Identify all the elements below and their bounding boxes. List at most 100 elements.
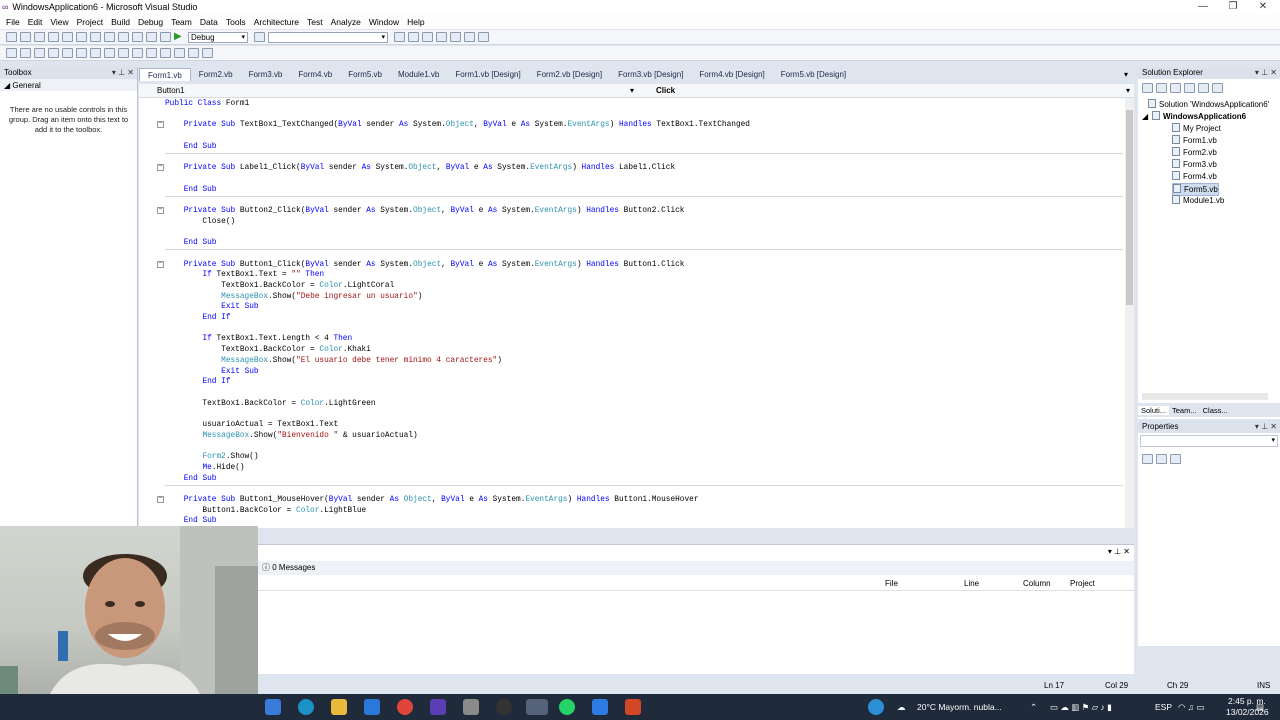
tab-module1-vb[interactable]: Module1.vb <box>390 68 447 81</box>
menu-test[interactable]: Test <box>303 17 327 27</box>
send-to-back-icon[interactable] <box>188 48 199 58</box>
code-editor[interactable]: Public Class Form1 − Private Sub TextBox1… <box>139 98 1125 528</box>
code-line[interactable] <box>139 110 1125 121</box>
view-designer-icon[interactable] <box>1198 83 1209 93</box>
powerpoint-icon[interactable] <box>625 699 641 715</box>
horizontal-spacing-icon[interactable] <box>146 48 157 58</box>
find-combo[interactable] <box>268 31 388 43</box>
collapse-region-icon[interactable]: − <box>157 260 164 268</box>
align-centers-icon[interactable] <box>20 48 31 58</box>
align-lefts-icon[interactable] <box>6 48 17 58</box>
cut-icon[interactable] <box>76 32 87 42</box>
weather-icon[interactable]: ☁ <box>897 702 906 713</box>
code-line[interactable]: Exit Sub <box>139 367 1125 378</box>
language-indicator[interactable]: ESP <box>1155 702 1172 712</box>
menu-debug[interactable]: Debug <box>134 17 167 27</box>
toolbox-pin-close-icon[interactable]: ▾ ⊥ ✕ <box>112 67 134 79</box>
code-line[interactable]: − Private Sub Button1_MouseHover(ByVal s… <box>139 495 1125 506</box>
menu-architecture[interactable]: Architecture <box>250 17 303 27</box>
align-middles-icon[interactable] <box>62 48 73 58</box>
code-line[interactable]: End Sub <box>139 238 1125 249</box>
expand-triangle-icon[interactable]: ◢ <box>1142 111 1148 122</box>
make-same-height-icon[interactable] <box>104 48 115 58</box>
help-icon[interactable] <box>868 699 884 715</box>
code-line[interactable]: MessageBox.Show("El usuario debe tener m… <box>139 356 1125 367</box>
code-line[interactable] <box>139 131 1125 142</box>
file-explorer-icon[interactable] <box>331 699 347 715</box>
minimize-button[interactable]: — <box>1188 0 1218 14</box>
messages-count[interactable]: 0 Messages <box>272 563 315 572</box>
menu-project[interactable]: Project <box>73 17 107 27</box>
code-line[interactable]: − Private Sub Button2_Click(ByVal sender… <box>139 206 1125 217</box>
tab-form4-vb-design[interactable]: Form4.vb [Design] <box>691 68 772 81</box>
code-line[interactable]: End If <box>139 377 1125 388</box>
tab-form1-vb-design[interactable]: Form1.vb [Design] <box>447 68 528 81</box>
solution-item-form2-vb[interactable]: Form2.vb <box>1172 147 1217 158</box>
open-file-icon[interactable] <box>34 32 45 42</box>
column-header-line[interactable]: Line <box>964 577 979 591</box>
properties-icon[interactable] <box>408 32 419 42</box>
properties-object-select[interactable]: ▾ <box>1140 435 1278 447</box>
code-line[interactable]: usuarioActual = TextBox1.Text <box>139 420 1125 431</box>
menu-window[interactable]: Window <box>365 17 403 27</box>
code-line[interactable]: End Sub <box>139 516 1125 527</box>
property-pages-icon[interactable] <box>1170 454 1181 464</box>
menu-edit[interactable]: Edit <box>24 17 47 27</box>
code-line[interactable]: End Sub <box>139 185 1125 196</box>
scrollbar-thumb[interactable] <box>1126 110 1133 305</box>
alphabetical-icon[interactable] <box>1156 454 1167 464</box>
code-line[interactable]: End Sub <box>139 142 1125 153</box>
toolbox-icon[interactable] <box>436 32 447 42</box>
start-debugging-icon[interactable]: ▶ <box>174 32 185 42</box>
event-dropdown[interactable]: Click ▾ <box>640 85 1132 97</box>
class-diagram-icon[interactable] <box>1212 83 1223 93</box>
edge-icon[interactable] <box>298 699 314 715</box>
code-line[interactable]: − Private Sub TextBox1_TextChanged(ByVal… <box>139 120 1125 131</box>
editor-vertical-scrollbar[interactable] <box>1125 98 1134 528</box>
add-item-icon[interactable] <box>20 32 31 42</box>
github-icon[interactable] <box>496 699 512 715</box>
tab-form5-vb[interactable]: Form5.vb <box>340 68 390 81</box>
info-icon[interactable]: ⓘ <box>262 563 270 572</box>
maximize-button[interactable]: ❐ <box>1218 0 1248 14</box>
explorer-tab-1[interactable]: Team... <box>1169 406 1200 415</box>
code-line[interactable] <box>139 409 1125 420</box>
collapse-region-icon[interactable]: − <box>157 164 164 172</box>
code-line[interactable]: TextBox1.BackColor = Color.LightGreen <box>139 399 1125 410</box>
code-line[interactable] <box>139 174 1125 185</box>
menu-file[interactable]: File <box>2 17 24 27</box>
code-line[interactable]: Exit Sub <box>139 302 1125 313</box>
align-tops-icon[interactable] <box>48 48 59 58</box>
code-line[interactable]: TextBox1.BackColor = Color.LightCoral <box>139 281 1125 292</box>
code-line[interactable] <box>139 249 1125 260</box>
collapse-region-icon[interactable]: − <box>157 495 164 503</box>
solution-item-form3-vb[interactable]: Form3.vb <box>1172 159 1217 170</box>
menu-help[interactable]: Help <box>403 17 428 27</box>
paste-icon[interactable] <box>104 32 115 42</box>
solution-configuration-select[interactable]: Debug <box>188 31 248 43</box>
menu-build[interactable]: Build <box>107 17 134 27</box>
tab-form3-vb-design[interactable]: Form3.vb [Design] <box>610 68 691 81</box>
code-line[interactable]: − Private Sub Label1_Click(ByVal sender … <box>139 163 1125 174</box>
bring-to-front-icon[interactable] <box>174 48 185 58</box>
more-tools-icon[interactable] <box>478 32 489 42</box>
new-project-icon[interactable] <box>6 32 17 42</box>
notifications-icon[interactable]: ▤ <box>1256 702 1264 713</box>
solution-explorer-pin-close-icon[interactable]: ▾ ⊥ ✕ <box>1255 67 1277 79</box>
code-line[interactable]: Close() <box>139 217 1125 228</box>
tab-form3-vb[interactable]: Form3.vb <box>241 68 291 81</box>
view-code-icon[interactable] <box>1184 83 1195 93</box>
code-line[interactable] <box>139 388 1125 399</box>
menu-data[interactable]: Data <box>196 17 222 27</box>
show-all-files-icon[interactable] <box>1156 83 1167 93</box>
code-line[interactable]: Form2.Show() <box>139 452 1125 463</box>
code-line[interactable] <box>139 484 1125 495</box>
menu-team[interactable]: Team <box>167 17 196 27</box>
code-line[interactable]: Public Class Form1 <box>139 99 1125 110</box>
code-line[interactable] <box>139 227 1125 238</box>
code-line[interactable]: If TextBox1.Text.Length < 4 Then <box>139 334 1125 345</box>
refresh-icon[interactable] <box>1170 83 1181 93</box>
categorized-icon[interactable] <box>1142 454 1153 464</box>
solution-node[interactable]: Solution 'WindowsApplication6' <box>1148 99 1269 110</box>
column-header-file[interactable]: File <box>885 577 898 591</box>
